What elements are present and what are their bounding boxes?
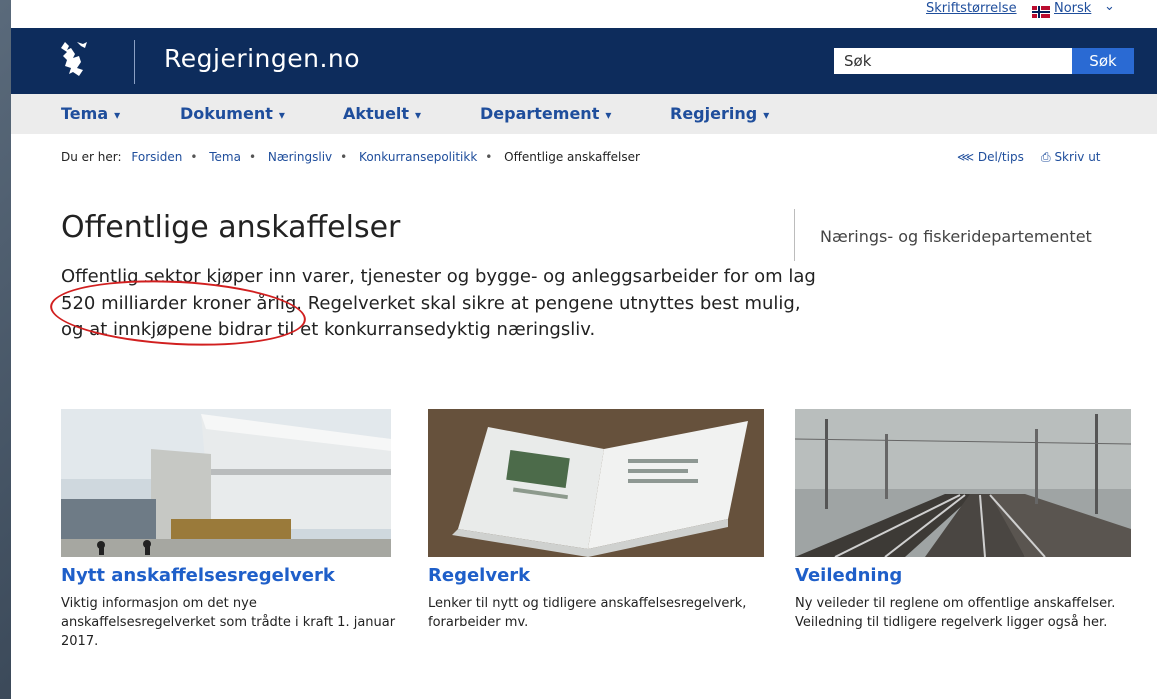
share-icon: ⋘ xyxy=(957,150,975,164)
font-size-link[interactable]: Skriftstørrelse xyxy=(926,1,1017,16)
chevron-down-icon: ▾ xyxy=(605,108,612,122)
breadcrumb-current: Offentlige anskaffelser xyxy=(504,150,640,164)
breadcrumb-link-konkurransepolitikk[interactable]: Konkurransepolitikk xyxy=(359,150,477,164)
book-photo[interactable] xyxy=(428,409,764,557)
chevron-down-icon: ▾ xyxy=(278,108,285,122)
browser-page: Skriftstørrelse Norsk ⌄ Regjeringen.no S… xyxy=(11,0,1157,699)
card-text: Lenker til nytt og tidligere anskaffelse… xyxy=(428,596,747,630)
search-button[interactable]: Søk xyxy=(1072,48,1134,74)
logo-divider xyxy=(134,40,135,84)
card-title[interactable]: Nytt anskaffelsesregelverk xyxy=(61,565,401,586)
breadcrumb-prefix: Du er her: xyxy=(61,150,122,164)
language-chevron-icon[interactable]: ⌄ xyxy=(1104,0,1115,14)
coat-of-arms-logo-icon[interactable] xyxy=(57,38,93,78)
breadcrumb-link-tema[interactable]: Tema xyxy=(209,150,241,164)
chevron-down-icon: ▾ xyxy=(763,108,770,122)
nav-item-dokument[interactable]: Dokument ▾ xyxy=(180,104,285,123)
search-input[interactable] xyxy=(834,48,1072,74)
main-nav: Tema ▾ Dokument ▾ Aktuelt ▾ Departement ▾ Re… xyxy=(11,94,1157,134)
card-title[interactable]: Veiledning xyxy=(795,565,1135,586)
nav-item-aktuelt[interactable]: Aktuelt ▾ xyxy=(343,104,421,123)
title-divider xyxy=(794,209,795,261)
card-nytt-anskaffelsesregelverk[interactable]: Nytt anskaffelsesregelverk Viktig inform… xyxy=(61,409,401,651)
breadcrumb-link-naeringsliv[interactable]: Næringsliv xyxy=(268,150,332,164)
nav-item-departement[interactable]: Departement ▾ xyxy=(480,104,611,123)
railway-photo[interactable] xyxy=(795,409,1131,557)
utility-bar: Skriftstørrelse Norsk ⌄ xyxy=(11,0,1157,28)
norway-flag-icon xyxy=(1032,6,1050,18)
breadcrumb-link-forsiden[interactable]: Forsiden xyxy=(131,150,182,164)
site-header: Regjeringen.no Søk xyxy=(11,28,1157,94)
chevron-down-icon: ▾ xyxy=(415,108,422,122)
card-text: Ny veileder til reglene om offentlige an… xyxy=(795,596,1116,630)
site-title[interactable]: Regjeringen.no xyxy=(164,44,360,73)
language-link[interactable]: Norsk xyxy=(1054,1,1091,16)
nav-item-regjering[interactable]: Regjering ▾ xyxy=(670,104,769,123)
card-text: Viktig informasjon om det nye anskaffels… xyxy=(61,596,396,649)
nav-item-tema[interactable]: Tema ▾ xyxy=(61,104,120,123)
print-icon: ⎙ xyxy=(1041,150,1051,164)
page-title: Offentlige anskaffelser xyxy=(61,210,401,245)
department-link[interactable]: Nærings- og fiskeridepartementet xyxy=(820,227,1092,246)
print-link[interactable]: ⎙ Skriv ut xyxy=(1041,150,1101,165)
breadcrumb: Du er her: Forsiden • Tema • Næringsliv • K… xyxy=(61,150,640,164)
chevron-down-icon: ▾ xyxy=(114,108,121,122)
building-photo[interactable] xyxy=(61,409,391,557)
card-title[interactable]: Regelverk xyxy=(428,565,768,586)
card-regelverk[interactable]: Regelverk Lenker til nytt og tidligere a… xyxy=(428,409,768,632)
card-veiledning[interactable]: Veiledning Ny veileder til reglene om of… xyxy=(795,409,1135,632)
share-link[interactable]: ⋘ Del/tips xyxy=(957,150,1024,164)
